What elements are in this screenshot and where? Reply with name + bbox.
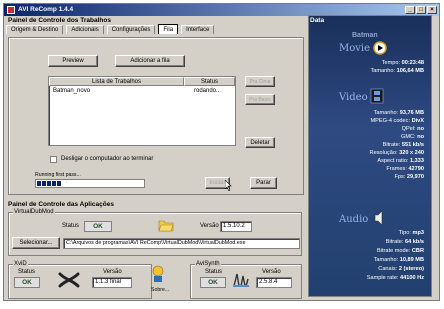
move-down-button[interactable]: Pra Baixo bbox=[245, 94, 275, 105]
preview-button[interactable]: Preview bbox=[48, 55, 98, 67]
select-button[interactable]: Selecionar... bbox=[12, 237, 60, 249]
progress-bar bbox=[35, 179, 145, 188]
app-icon bbox=[7, 6, 15, 14]
avisynth-group-label: AviSynth bbox=[195, 261, 221, 267]
xvid-version-field: 1.1.3 final bbox=[92, 277, 132, 288]
column-header-status[interactable]: Status bbox=[184, 77, 235, 86]
video-row-codec: MPEG-4 codec: DivX bbox=[370, 118, 424, 124]
vdm-version-label: Versão bbox=[200, 223, 219, 229]
minimize-button[interactable]: _ bbox=[405, 6, 415, 14]
vdm-group-label: VirtualDubMod bbox=[13, 209, 55, 215]
add-queue-button[interactable]: Adicionar a fila bbox=[115, 55, 185, 67]
folder-icon bbox=[158, 218, 174, 234]
avisynth-status-value: OK bbox=[200, 277, 226, 288]
job-status[interactable]: rodando.. bbox=[194, 88, 219, 94]
video-row-frames: Frames: 42790 bbox=[386, 166, 424, 172]
video-row-bitrate: Bitrate: 551 kb/s bbox=[382, 142, 424, 148]
apps-panel-title: Painel de Controle das Aplicações bbox=[8, 201, 114, 208]
about-label[interactable]: Sobre... bbox=[151, 287, 169, 293]
about-icon[interactable] bbox=[148, 264, 168, 286]
audio-row-type: Tipo: mp3 bbox=[398, 230, 424, 236]
video-row-aspect: Aspect ratio: 1,333 bbox=[377, 158, 424, 164]
video-section-head: Video bbox=[339, 92, 368, 103]
movie-section-head: Movie bbox=[339, 43, 371, 54]
xvid-logo-icon bbox=[58, 272, 80, 290]
jobs-panel-title: Painel de Controle dos Trabalhos bbox=[8, 17, 111, 24]
vdm-status-label: Status bbox=[62, 223, 80, 229]
avisynth-version-field: 2.5.8.4 bbox=[256, 277, 292, 288]
avisynth-logo-icon bbox=[232, 272, 250, 290]
tab-strip: Origem & Destino Adicionais Configuraçõe… bbox=[6, 24, 215, 34]
xvid-status-label: Status bbox=[18, 269, 36, 275]
play-icon bbox=[373, 41, 387, 57]
stop-button[interactable]: Parar bbox=[250, 177, 277, 189]
film-icon bbox=[370, 88, 384, 106]
window-title: AVI ReComp 1.4.4 bbox=[18, 6, 74, 13]
move-up-button[interactable]: Pra Cima bbox=[245, 76, 275, 87]
vdm-version-field: 1.5.10.2 bbox=[220, 221, 252, 232]
avisynth-status-label: Status bbox=[205, 269, 223, 275]
mouse-cursor-icon bbox=[224, 179, 233, 193]
avisynth-version-label: Versão bbox=[262, 269, 281, 275]
audio-section-head: Audio bbox=[339, 214, 369, 225]
xvid-status-value: OK bbox=[14, 277, 40, 288]
progress-label: Running first pass... bbox=[35, 172, 81, 178]
video-row-fps: Fps: 29,970 bbox=[394, 174, 424, 180]
tab-interface[interactable]: Interface bbox=[181, 25, 215, 34]
movie-row-size: Tamanho: 106,64 MB bbox=[370, 68, 424, 74]
shutdown-label: Desligar o computador ao terminar bbox=[61, 156, 154, 162]
vdm-path-field[interactable]: C:\Arquivos de programas\AVI ReComp\Virt… bbox=[63, 238, 300, 249]
audio-row-samplerate: Sample rate: 44100 Hz bbox=[366, 275, 424, 281]
video-row-resolution: Resolução: 320 x 240 bbox=[369, 150, 424, 156]
tab-configuracoes[interactable]: Configurações bbox=[106, 25, 156, 34]
audio-row-size: Tamanho: 10,89 MB bbox=[373, 257, 424, 263]
close-button[interactable]: × bbox=[427, 6, 437, 14]
video-row-size: Tamanho: 93,76 MB bbox=[373, 110, 424, 116]
xvid-version-label: Versão bbox=[103, 269, 122, 275]
progress-fill bbox=[37, 181, 62, 186]
maximize-button[interactable]: □ bbox=[416, 6, 426, 14]
tab-fila[interactable]: Fila bbox=[158, 24, 179, 34]
video-row-gmc: GMC: no bbox=[400, 134, 424, 140]
data-panel-title: Data bbox=[310, 17, 325, 24]
speaker-icon bbox=[372, 210, 386, 228]
data-panel bbox=[308, 15, 432, 297]
shutdown-checkbox[interactable] bbox=[50, 156, 57, 163]
audio-row-mode: Bitrate mode: CBR bbox=[377, 248, 424, 254]
tab-origem-destino[interactable]: Origem & Destino bbox=[6, 25, 64, 34]
tab-adicionais[interactable]: Adicionais bbox=[66, 25, 104, 34]
movie-row-time: Tempo: 00:23:48 bbox=[381, 60, 424, 66]
audio-row-bitrate: Bitrate: 64 kb/s bbox=[385, 239, 424, 245]
video-row-qpel: QPel: no bbox=[401, 126, 424, 132]
delete-button[interactable]: Deletar bbox=[245, 137, 275, 148]
movie-name: Batman bbox=[352, 32, 378, 39]
xvid-group-label: XviD bbox=[13, 261, 28, 267]
vdm-status-value: OK bbox=[84, 221, 112, 232]
vdm-group bbox=[8, 212, 302, 256]
jobs-list[interactable]: Lista de Trabalhos Status Batman_novo ro… bbox=[48, 76, 236, 146]
column-header-jobs[interactable]: Lista de Trabalhos bbox=[49, 77, 184, 86]
job-name[interactable]: Batman_novo bbox=[53, 88, 90, 94]
audio-row-channels: Canais: 2 (stereo) bbox=[378, 266, 424, 272]
